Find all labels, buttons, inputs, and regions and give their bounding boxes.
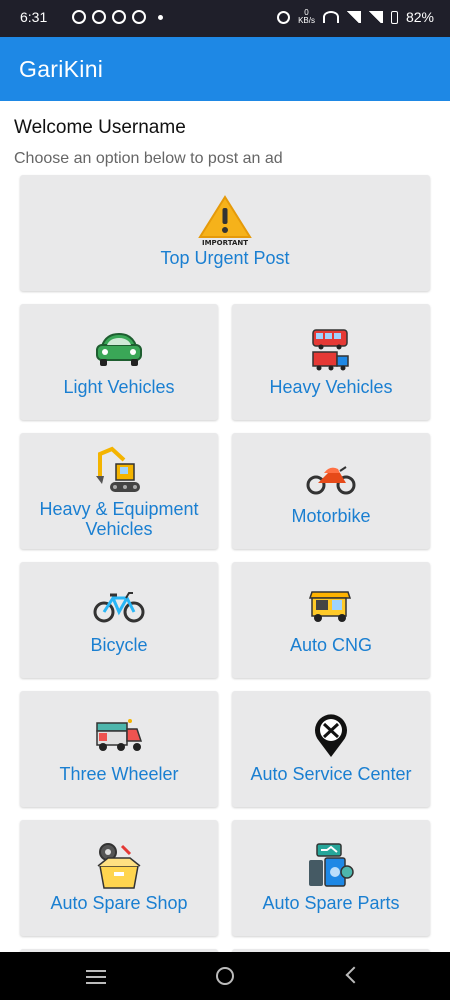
- car-icon: [96, 332, 142, 366]
- top-urgent-post-label: Top Urgent Post: [160, 248, 290, 268]
- status-time: 6:31: [20, 9, 48, 25]
- welcome-text: Welcome Username: [14, 117, 186, 138]
- system-icons: 0 KB/s 82%: [277, 9, 434, 25]
- recents-icon[interactable]: [86, 970, 106, 988]
- more-notifications-icon: [158, 14, 163, 20]
- battery-icon: [390, 10, 398, 24]
- system-nav-bar: [0, 952, 450, 1000]
- category-card-auto-service-center[interactable]: Auto Service Center: [232, 691, 430, 807]
- messenger-icon: [132, 10, 146, 24]
- app-title: GariKini: [19, 56, 104, 82]
- whatsapp-business-icon: [92, 10, 106, 24]
- bus-truck-icon: [312, 329, 349, 371]
- auto-rickshaw-icon: [308, 591, 352, 622]
- category-label: Auto Service Center: [250, 764, 412, 784]
- category-label: Bicycle: [90, 635, 148, 655]
- category-card-auto-spare-shop[interactable]: Auto Spare Shop: [20, 820, 218, 936]
- three-wheeler-icon: [96, 719, 143, 751]
- category-label: Motorbike: [291, 506, 371, 526]
- app-bar: GariKini: [0, 37, 450, 101]
- category-card-light-vehicles[interactable]: Light Vehicles: [20, 304, 218, 420]
- signal-icon: [346, 11, 361, 23]
- category-card-heavy-equipment[interactable]: Heavy & Equipment Vehicles: [20, 433, 218, 549]
- category-card-motorbike[interactable]: Motorbike: [232, 433, 430, 549]
- whatsapp-icon: [72, 10, 86, 24]
- category-card-auto-spare-parts[interactable]: Auto Spare Parts: [232, 820, 430, 936]
- excavator-icon: [96, 446, 140, 492]
- spare-box-icon: [97, 843, 141, 889]
- instruction-text: Choose an option below to post an ad: [14, 150, 283, 167]
- top-urgent-post-card[interactable]: IMPORTANT Top Urgent Post: [20, 175, 430, 291]
- category-label: Auto CNG: [289, 635, 373, 655]
- motorbike-icon: [306, 466, 356, 495]
- category-label: Heavy Vehicles: [269, 377, 393, 397]
- category-card-three-wheeler[interactable]: Three Wheeler: [20, 691, 218, 807]
- svg-text:IMPORTANT: IMPORTANT: [202, 239, 248, 247]
- category-label: Light Vehicles: [63, 377, 175, 397]
- wifi-icon: [322, 11, 339, 23]
- service-location-icon: [315, 714, 347, 757]
- notification-icons: [72, 10, 163, 24]
- signal-icon-2: [368, 11, 383, 23]
- network-speed: 0 KB/s: [298, 8, 315, 25]
- back-icon[interactable]: [345, 966, 363, 984]
- category-label: Heavy & Equipment Vehicles: [39, 499, 199, 539]
- status-bar: 6:31 0 KB/s 82%: [0, 0, 450, 37]
- category-card-auto-cng[interactable]: Auto CNG: [232, 562, 430, 678]
- bicycle-icon: [93, 592, 145, 623]
- category-label: Three Wheeler: [59, 764, 179, 784]
- battery-percent: 82%: [405, 9, 434, 25]
- home-icon[interactable]: [216, 967, 234, 985]
- category-label: Auto Spare Shop: [50, 893, 188, 913]
- category-card-bicycle[interactable]: Bicycle: [20, 562, 218, 678]
- mail-icon: [112, 10, 126, 24]
- category-label: Auto Spare Parts: [262, 893, 400, 913]
- warning-icon: IMPORTANT: [198, 195, 252, 247]
- category-card-heavy-vehicles[interactable]: Heavy Vehicles: [232, 304, 430, 420]
- engine-parts-icon: [309, 843, 354, 887]
- alarm-icon: [277, 10, 291, 24]
